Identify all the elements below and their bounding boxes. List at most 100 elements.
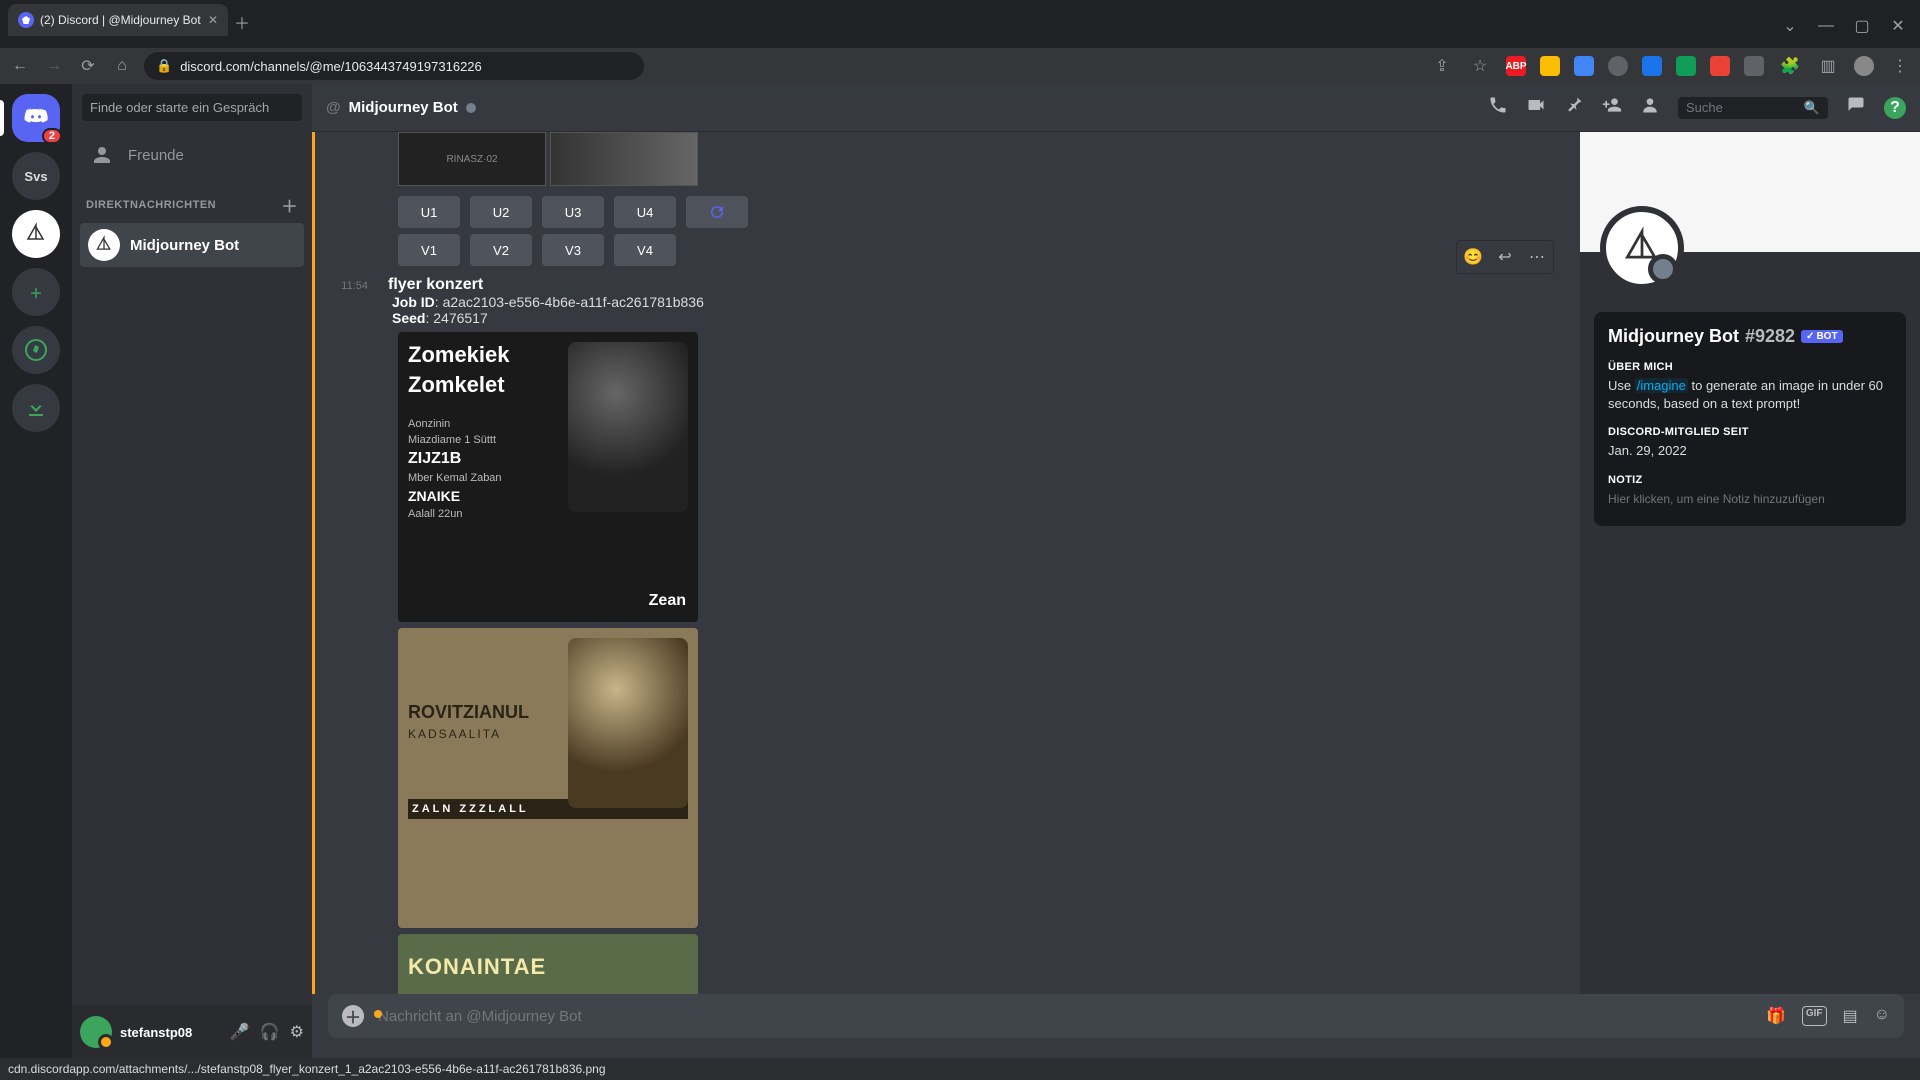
pin-icon[interactable] (1564, 95, 1584, 120)
note-heading: NOTIZ (1608, 474, 1892, 486)
u2-button[interactable]: U2 (470, 196, 532, 228)
message-input[interactable]: Nachricht an @Midjourney Bot (378, 1008, 1752, 1025)
extension-icon[interactable] (1710, 56, 1730, 76)
friends-button[interactable]: Freunde (80, 135, 304, 175)
close-window-icon[interactable]: ✕ (1884, 16, 1912, 36)
generated-image[interactable]: RINASZ·02 (398, 132, 546, 186)
profile-avatar[interactable] (1600, 206, 1684, 290)
mute-icon[interactable]: 🎤 (230, 1022, 250, 1042)
u3-button[interactable]: U3 (542, 196, 604, 228)
user-avatar[interactable] (80, 1016, 112, 1048)
forward-icon[interactable]: → (42, 57, 66, 75)
emoji-icon[interactable]: ☺ (1874, 1006, 1890, 1026)
reload-icon[interactable]: ⟳ (76, 56, 100, 76)
message-input-bar: ＋ Nachricht an @Midjourney Bot 🎁 GIF ▤ ☺ (328, 994, 1904, 1038)
server-item[interactable]: Svs (12, 152, 60, 200)
profile-discriminator: #9282 (1745, 326, 1795, 347)
extension-icon[interactable] (1574, 56, 1594, 76)
profile-username: Midjourney Bot (1608, 326, 1739, 347)
note-input[interactable] (1608, 486, 1892, 512)
extension-icon[interactable] (1744, 56, 1764, 76)
bookmark-icon[interactable]: ☆ (1468, 56, 1492, 76)
sticker-icon[interactable]: ▤ (1843, 1006, 1858, 1026)
generated-image-1[interactable]: Zomekiek Zomkelet Aonzinin Miazdiame 1 S… (398, 332, 698, 622)
browser-tab[interactable]: (2) Discord | @Midjourney Bot ✕ (8, 4, 228, 36)
lock-icon: 🔒 (156, 58, 172, 74)
search-placeholder: Suche (1686, 100, 1723, 115)
chevron-down-icon[interactable]: ⌄ (1776, 16, 1804, 36)
about-heading: ÜBER MICH (1608, 361, 1892, 373)
image-grid-partial[interactable]: RINASZ·02 (398, 132, 1548, 186)
server-rail: Svs ＋ (0, 84, 72, 1058)
back-icon[interactable]: ← (8, 57, 32, 75)
message-list: RINASZ·02 U1 U2 U3 U4 V1 V2 (312, 132, 1580, 994)
status-dot-icon (466, 103, 476, 113)
new-tab-button[interactable]: ＋ (228, 8, 256, 36)
add-reaction-icon[interactable]: 😊 (1459, 243, 1487, 271)
explore-servers-button[interactable] (12, 326, 60, 374)
reroll-button[interactable] (686, 196, 748, 228)
v3-button[interactable]: V3 (542, 234, 604, 266)
user-area: stefanstp08 🎤 🎧 ⚙ (72, 1006, 312, 1058)
timestamp: 11:54 (334, 280, 378, 292)
seed-value: 2476517 (433, 310, 488, 326)
imagine-command[interactable]: /imagine (1635, 378, 1688, 393)
discord-favicon (18, 12, 34, 28)
show-profile-icon[interactable] (1640, 95, 1660, 120)
profile-avatar-icon[interactable] (1854, 56, 1874, 76)
extension-icon[interactable] (1642, 56, 1662, 76)
video-call-icon[interactable] (1526, 95, 1546, 120)
friends-icon (90, 143, 114, 167)
home-icon[interactable]: ⌂ (110, 57, 134, 75)
dm-home-button[interactable] (12, 94, 60, 142)
url-text: discord.com/channels/@me/106344374919731… (180, 59, 482, 74)
message-title: flyer konzert (388, 276, 704, 294)
download-apps-button[interactable] (12, 384, 60, 432)
extension-icon[interactable] (1608, 56, 1628, 76)
generated-image[interactable] (550, 132, 698, 186)
maximize-icon[interactable]: ▢ (1848, 16, 1876, 36)
voice-call-icon[interactable] (1488, 95, 1508, 120)
u1-button[interactable]: U1 (398, 196, 460, 228)
generated-image-2[interactable]: ROVITZIANUL KADSAALITA ZALN ZZZLALL (398, 628, 698, 928)
quick-switcher[interactable]: Finde oder starte ein Gespräch (82, 94, 302, 121)
abp-extension-icon[interactable]: ABP (1506, 56, 1526, 76)
inbox-icon[interactable] (1846, 95, 1866, 120)
server-item[interactable] (12, 210, 60, 258)
bot-badge: BOT (1801, 330, 1843, 343)
v1-button[interactable]: V1 (398, 234, 460, 266)
v4-button[interactable]: V4 (614, 234, 676, 266)
settings-icon[interactable]: ⚙ (290, 1022, 304, 1042)
close-tab-icon[interactable]: ✕ (208, 13, 218, 27)
add-friend-icon[interactable] (1602, 95, 1622, 120)
gif-icon[interactable]: GIF (1802, 1006, 1827, 1026)
gift-icon[interactable]: 🎁 (1766, 1006, 1786, 1026)
deafen-icon[interactable]: 🎧 (260, 1022, 280, 1042)
v2-button[interactable]: V2 (470, 234, 532, 266)
friends-label: Freunde (128, 147, 184, 164)
url-field[interactable]: 🔒 discord.com/channels/@me/1063443749197… (144, 52, 644, 80)
extension-icon[interactable] (1540, 56, 1560, 76)
reply-icon[interactable]: ↩ (1491, 243, 1519, 271)
extensions-menu-icon[interactable]: 🧩 (1778, 56, 1802, 76)
minimize-icon[interactable]: ― (1812, 17, 1840, 35)
extension-icons: ⇪ ☆ ABP 🧩 ▥ ⋮ (1430, 56, 1912, 76)
create-dm-icon[interactable]: ＋ (281, 193, 298, 217)
address-bar: ← → ⟳ ⌂ 🔒 discord.com/channels/@me/10634… (0, 48, 1920, 84)
add-server-button[interactable]: ＋ (12, 268, 60, 316)
dm-item-midjourney[interactable]: Midjourney Bot (80, 223, 304, 267)
person-silhouette (568, 342, 688, 512)
sidepanel-icon[interactable]: ▥ (1816, 56, 1840, 76)
u4-button[interactable]: U4 (614, 196, 676, 228)
share-icon[interactable]: ⇪ (1430, 56, 1454, 76)
generated-image-3[interactable]: KONAINTAE (398, 934, 698, 994)
more-icon[interactable]: ⋯ (1523, 243, 1551, 271)
kebab-menu-icon[interactable]: ⋮ (1888, 56, 1912, 76)
chat-title: Midjourney Bot (349, 99, 458, 116)
extension-icon[interactable] (1676, 56, 1696, 76)
help-icon[interactable]: ? (1884, 97, 1906, 119)
seed-label: Seed (392, 310, 425, 326)
attach-button[interactable]: ＋ (342, 1005, 364, 1027)
tab-title: (2) Discord | @Midjourney Bot (40, 13, 201, 27)
search-input[interactable]: Suche 🔍 (1678, 97, 1828, 119)
